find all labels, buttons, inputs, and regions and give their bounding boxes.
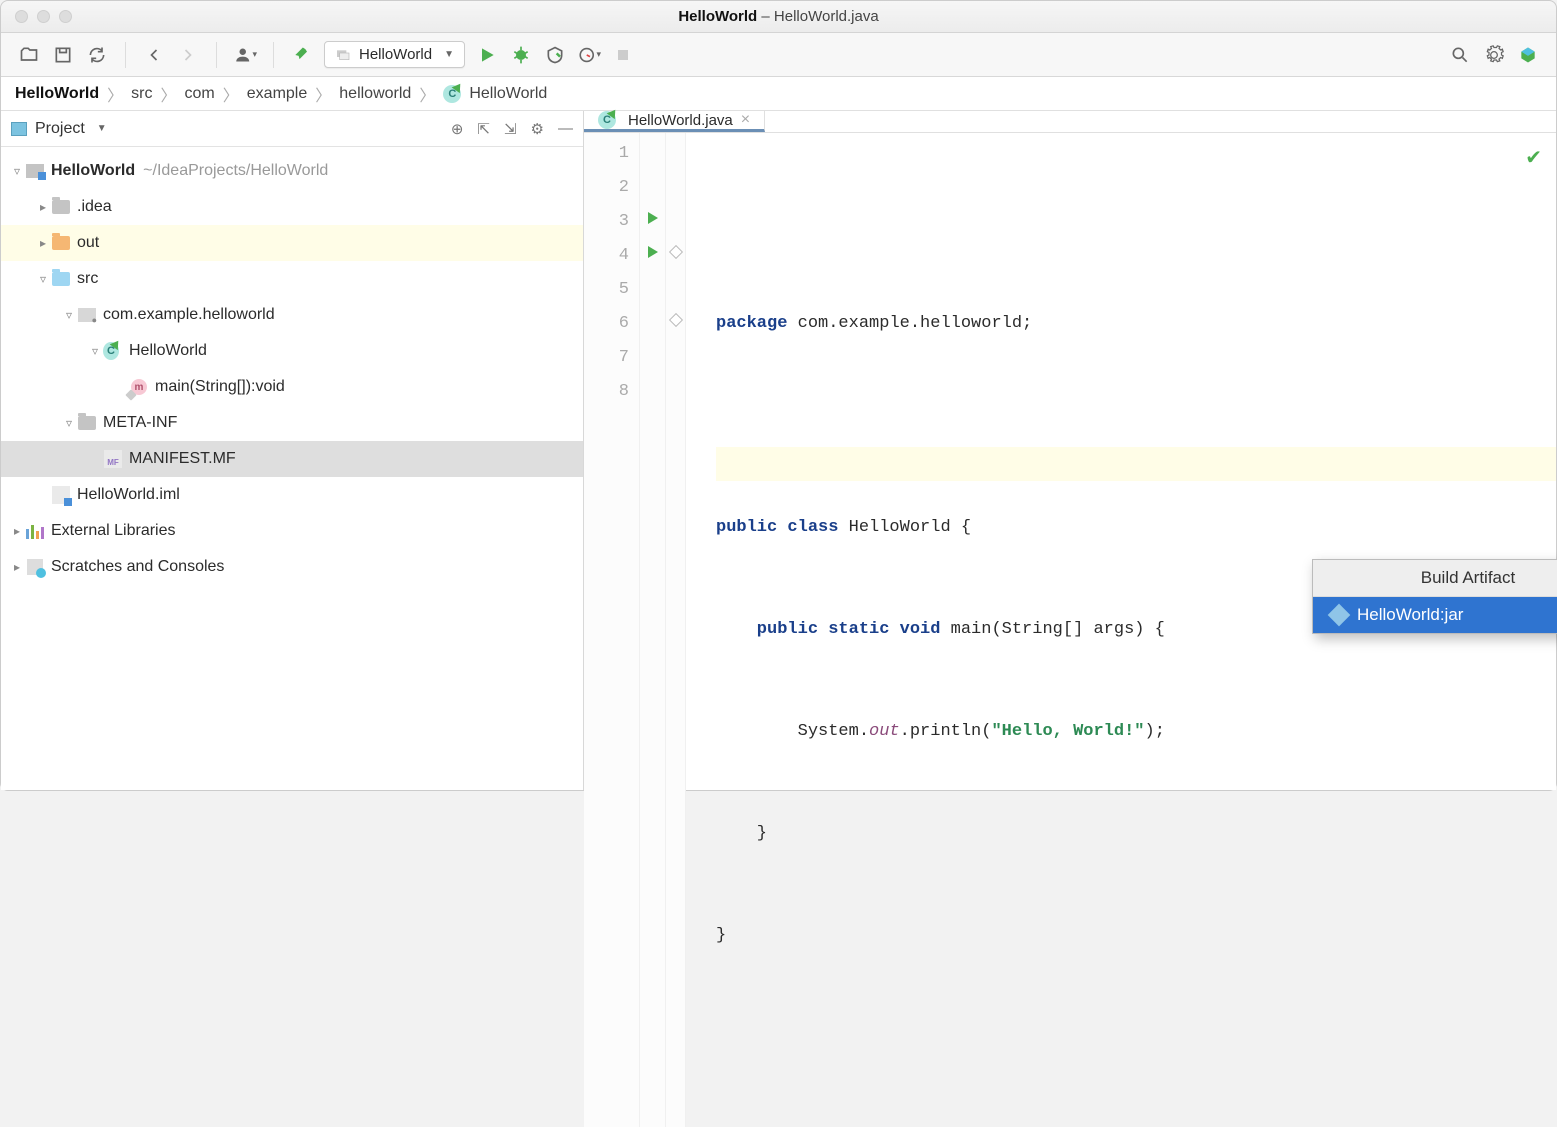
tree-item-idea[interactable]: ▸ .idea xyxy=(1,189,583,225)
project-sidebar: Project ▼ ⊕ ⇱ ⇲ ⚙ — ▿ HelloWorld ~/IdeaP… xyxy=(1,111,584,790)
sync-icon[interactable] xyxy=(85,43,109,67)
run-gutter-icon[interactable] xyxy=(648,212,658,224)
manifest-icon xyxy=(104,450,122,468)
override-gutter xyxy=(666,133,686,1127)
project-view-label[interactable]: Project xyxy=(35,120,85,138)
project-tree: ▿ HelloWorld ~/IdeaProjects/HelloWorld ▸… xyxy=(1,147,583,790)
inspection-ok-icon[interactable]: ✔ xyxy=(1525,143,1542,177)
folder-icon xyxy=(52,236,70,250)
scratches-icon xyxy=(27,559,43,575)
window-titlebar: HelloWorld – HelloWorld.java xyxy=(1,1,1556,33)
editor-tabs: C HelloWorld.java × xyxy=(584,111,1556,133)
profile-icon[interactable]: ▾ xyxy=(577,43,601,67)
breadcrumb-item[interactable]: HelloWorld xyxy=(469,85,547,103)
expand-all-icon[interactable]: ⇱ xyxy=(477,120,490,138)
tree-item-scratches[interactable]: ▸ Scratches and Consoles xyxy=(1,549,583,585)
override-icon[interactable] xyxy=(668,313,682,327)
breadcrumb-item[interactable]: HelloWorld xyxy=(15,85,99,103)
folder-icon xyxy=(52,272,70,286)
debug-icon[interactable] xyxy=(509,43,533,67)
search-icon[interactable] xyxy=(1448,43,1472,67)
folder-icon xyxy=(78,416,96,430)
breadcrumb-item[interactable]: src xyxy=(131,85,152,103)
chevron-right-icon: 〉 xyxy=(103,82,127,106)
current-line-highlight xyxy=(716,447,1556,481)
class-icon: C xyxy=(443,85,461,103)
menu-item-artifact[interactable]: HelloWorld:jar ▶ xyxy=(1313,597,1557,633)
breadcrumb-bar: HelloWorld 〉 src 〉 com 〉 example 〉 hello… xyxy=(1,77,1556,111)
tree-item-out[interactable]: ▸ out xyxy=(1,225,583,261)
run-gutter-icon[interactable] xyxy=(648,246,658,258)
tree-item-class[interactable]: ▿ C HelloWorld xyxy=(1,333,583,369)
project-view-icon xyxy=(11,122,27,136)
chevron-right-icon: 〉 xyxy=(219,82,243,106)
window-title: HelloWorld – HelloWorld.java xyxy=(1,8,1556,25)
chevron-down-icon[interactable]: ▼ xyxy=(97,123,107,134)
close-tab-icon[interactable]: × xyxy=(741,111,750,129)
tree-root[interactable]: ▿ HelloWorld ~/IdeaProjects/HelloWorld xyxy=(1,153,583,189)
open-icon[interactable] xyxy=(17,43,41,67)
class-icon: C xyxy=(103,342,119,360)
breadcrumb-item[interactable]: helloworld xyxy=(339,85,411,103)
avatar-icon[interactable]: ▾ xyxy=(233,43,257,67)
tree-item-metainf[interactable]: ▿ META-INF xyxy=(1,405,583,441)
tree-item-package[interactable]: ▿ com.example.helloworld xyxy=(1,297,583,333)
tree-item-method[interactable]: m main(String[]):void xyxy=(1,369,583,405)
run-config-selector[interactable]: HelloWorld ▼ xyxy=(324,41,465,68)
hide-icon[interactable]: — xyxy=(558,120,573,138)
tree-item-external-libs[interactable]: ▸ External Libraries xyxy=(1,513,583,549)
jar-icon xyxy=(1328,604,1351,627)
iml-icon xyxy=(52,486,70,504)
main-toolbar: ▾ HelloWorld ▼ ▾ xyxy=(1,33,1556,77)
run-icon[interactable] xyxy=(475,43,499,67)
icon-gutter xyxy=(640,133,666,1127)
editor-area: C HelloWorld.java × 12345678 package com… xyxy=(584,111,1556,790)
tree-item-iml[interactable]: HelloWorld.iml xyxy=(1,477,583,513)
jetbrains-icon[interactable] xyxy=(1516,43,1540,67)
build-artifact-menu: Build Artifact HelloWorld:jar ▶ xyxy=(1312,559,1557,634)
package-icon xyxy=(78,308,96,322)
tree-item-src[interactable]: ▿ src xyxy=(1,261,583,297)
override-icon[interactable] xyxy=(668,245,682,259)
method-icon: m xyxy=(131,379,147,395)
coverage-icon[interactable] xyxy=(543,43,567,67)
tree-item-manifest[interactable]: MANIFEST.MF xyxy=(1,441,583,477)
class-icon: C xyxy=(598,111,616,129)
module-icon xyxy=(26,164,44,178)
back-icon[interactable] xyxy=(142,43,166,67)
gear-icon[interactable]: ⚙ xyxy=(531,120,544,138)
breadcrumb-item[interactable]: com xyxy=(185,85,215,103)
select-opened-icon[interactable]: ⊕ xyxy=(451,120,464,138)
folder-icon xyxy=(52,200,70,214)
line-gutter: 12345678 xyxy=(584,133,640,1127)
build-icon[interactable] xyxy=(290,43,314,67)
chevron-right-icon: 〉 xyxy=(311,82,335,106)
editor-tab[interactable]: C HelloWorld.java × xyxy=(584,111,765,132)
run-config-label: HelloWorld xyxy=(359,46,432,63)
settings-icon[interactable] xyxy=(1482,43,1506,67)
stop-icon xyxy=(611,43,635,67)
sidebar-header: Project ▼ ⊕ ⇱ ⇲ ⚙ — xyxy=(1,111,583,147)
tab-label: HelloWorld.java xyxy=(628,112,733,129)
library-icon xyxy=(26,523,44,539)
chevron-right-icon: 〉 xyxy=(415,82,439,106)
menu-title: Build Artifact xyxy=(1313,560,1557,597)
forward-icon[interactable] xyxy=(176,43,200,67)
chevron-down-icon: ▼ xyxy=(444,49,454,60)
breadcrumb-item[interactable]: example xyxy=(247,85,307,103)
collapse-all-icon[interactable]: ⇲ xyxy=(504,120,517,138)
chevron-right-icon: 〉 xyxy=(157,82,181,106)
save-icon[interactable] xyxy=(51,43,75,67)
